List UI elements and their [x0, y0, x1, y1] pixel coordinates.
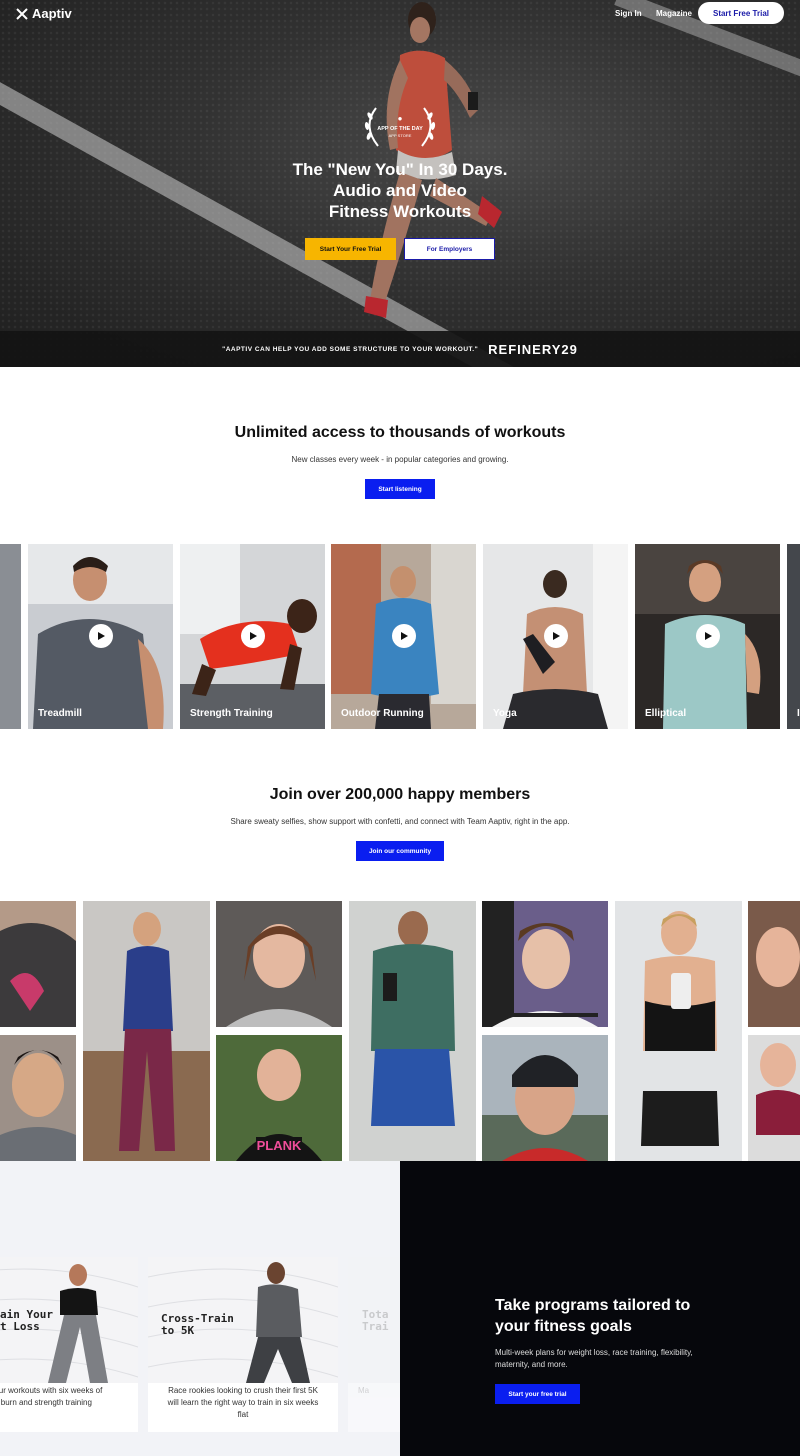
category-label: Strength Training — [190, 708, 273, 719]
logo-x-icon — [16, 7, 28, 20]
program-description-line: g your workouts with six weeks of — [0, 1386, 103, 1395]
program-carousel: ain Your t Loss g your workouts with six… — [0, 1161, 400, 1456]
programs-subheading: Multi-week plans for weight loss, race t… — [495, 1348, 693, 1369]
program-title-line: to 5K — [161, 1324, 195, 1337]
member-photo-grid: PLANK — [0, 901, 800, 1161]
program-title: ain Your t Loss — [0, 1309, 53, 1333]
member-photo — [83, 901, 210, 1161]
program-title: Tota Trai — [362, 1309, 389, 1333]
category-label: I — [797, 708, 800, 719]
program-card[interactable]: Tota Trai Ma — [348, 1257, 400, 1432]
category-label: Outdoor Running — [341, 708, 424, 719]
category-label: Treadmill — [38, 708, 82, 719]
member-photo — [482, 901, 608, 1027]
photo-shirt-text: PLANK — [257, 1138, 302, 1153]
hero-heading-line: Fitness Workouts — [328, 202, 472, 221]
member-photo — [349, 901, 476, 1161]
play-icon — [553, 632, 560, 640]
logo-text: Aaptiv — [32, 6, 72, 21]
programs-heading: Take programs tailored to your fitness g… — [495, 1295, 755, 1337]
press-source-logo: REFINERY29 — [488, 341, 578, 357]
start-listening-button[interactable]: Start listening — [365, 479, 435, 499]
award-title: APP OF THE DAY — [377, 126, 423, 132]
program-title-line: t Loss — [0, 1320, 40, 1333]
program-description: Ma — [348, 1385, 400, 1397]
program-description-line: Race rookies looking to crush their firs… — [168, 1386, 318, 1395]
category-card-outdoor-running[interactable]: Outdoor Running — [331, 544, 476, 729]
category-card-elliptical[interactable]: Elliptical — [635, 544, 780, 729]
hero-heading: The "New You" In 30 Days. Audio and Vide… — [250, 159, 550, 222]
program-description: g your workouts with six weeks of o burn… — [0, 1385, 138, 1409]
program-card-cross-train-5k[interactable]: Cross-Train to 5K Race rookies looking t… — [148, 1257, 338, 1432]
aaptiv-logo[interactable]: Aaptiv — [16, 6, 72, 21]
press-banner: "AAPTIV CAN HELP YOU ADD SOME STRUCTURE … — [0, 331, 800, 367]
category-label: Yoga — [493, 708, 517, 719]
category-label: Elliptical — [645, 708, 687, 719]
member-photo — [748, 901, 800, 1027]
play-button[interactable] — [392, 624, 416, 648]
sign-in-link[interactable]: Sign In — [615, 9, 642, 18]
workouts-heading: Unlimited access to thousands of workout… — [234, 424, 566, 441]
category-image — [787, 544, 800, 729]
program-description-line: flat — [237, 1410, 249, 1419]
start-free-trial-button[interactable]: Start Free Trial — [698, 2, 784, 24]
program-card[interactable]: ain Your t Loss g your workouts with six… — [0, 1257, 138, 1432]
magazine-link[interactable]: Magazine — [656, 9, 692, 18]
play-button[interactable] — [696, 624, 720, 648]
award-source: APP STORE — [388, 133, 412, 138]
play-icon — [705, 632, 712, 640]
program-description: Race rookies looking to crush their firs… — [148, 1385, 338, 1421]
member-photo — [482, 1035, 608, 1161]
program-title: Cross-Train to 5K — [161, 1313, 234, 1337]
program-title-line: Trai — [362, 1320, 389, 1333]
member-photo — [615, 901, 742, 1161]
program-description-line: Ma — [358, 1386, 370, 1395]
member-photo — [0, 1035, 76, 1161]
press-quote: "AAPTIV CAN HELP YOU ADD SOME STRUCTURE … — [222, 345, 479, 353]
member-photo — [0, 901, 76, 1027]
app-of-the-day-badge: ● APP OF THE DAY APP STORE — [360, 104, 440, 150]
join-our-community-button[interactable]: Join our community — [356, 841, 444, 861]
play-icon — [98, 632, 105, 640]
programs-heading-line: your fitness goals — [495, 1318, 632, 1335]
play-button[interactable] — [544, 624, 568, 648]
for-employers-button[interactable]: For Employers — [404, 238, 495, 260]
program-description-line: o burn and strength training — [0, 1398, 92, 1407]
program-description-line: will learn the right way to train in six… — [167, 1398, 319, 1407]
workouts-subheading: New classes every week - in popular cate… — [291, 455, 509, 464]
category-card-strength-training[interactable]: Strength Training — [180, 544, 325, 729]
community-subheading: Share sweaty selfies, show support with … — [230, 817, 570, 826]
category-image — [0, 544, 21, 729]
programs-panel: Take programs tailored to your fitness g… — [400, 1161, 800, 1456]
top-navigation: Aaptiv Sign In Magazine Start Free Trial — [0, 0, 800, 28]
start-your-free-trial-button[interactable]: Start your free trial — [495, 1384, 580, 1404]
play-icon — [401, 632, 408, 640]
member-photo: PLANK — [216, 1035, 342, 1161]
community-heading: Join over 200,000 happy members — [269, 786, 531, 803]
category-card-yoga[interactable]: Yoga — [483, 544, 628, 729]
category-card[interactable] — [0, 544, 21, 729]
play-button[interactable] — [89, 624, 113, 648]
workout-category-carousel: Treadmill Strength Training Outdoor Runn… — [0, 544, 800, 729]
category-card-treadmill[interactable]: Treadmill — [28, 544, 173, 729]
play-button[interactable] — [241, 624, 265, 648]
member-photo — [216, 901, 342, 1027]
apple-icon: ● — [397, 114, 403, 123]
member-photo — [748, 1035, 800, 1161]
play-icon — [250, 632, 257, 640]
start-your-free-trial-button[interactable]: Start Your Free Trial — [305, 238, 396, 260]
hero-heading-line: The "New You" In 30 Days. — [292, 160, 508, 179]
hero-heading-line: Audio and Video — [333, 181, 467, 200]
category-card[interactable]: I — [787, 544, 800, 729]
programs-heading-line: Take programs tailored to — [495, 1297, 691, 1314]
